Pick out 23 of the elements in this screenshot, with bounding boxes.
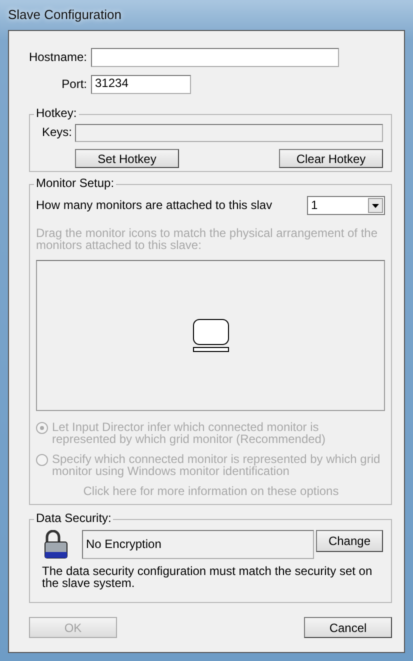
encryption-field: No Encryption [82, 530, 314, 559]
port-label: Port: [60, 78, 88, 92]
radio-label: Specify which connected monitor is represented by which grid monitor using Windows monitor identification [52, 453, 382, 477]
keys-label: Keys: [42, 126, 72, 140]
hostname-field[interactable] [91, 48, 339, 67]
instructions-text: Drag the monitor icons to match the physical arrangement of the monitors attached to this slave: [36, 227, 379, 251]
monitor-icon[interactable] [192, 319, 230, 352]
monitor-count-dropdown[interactable]: 1 [307, 196, 385, 215]
security-note: The data security configuration must match the security set on the slave system. [42, 565, 374, 589]
hotkey-button[interactable]: Clear Hotkey [279, 149, 383, 168]
padlock-icon [42, 530, 70, 560]
dropdown-arrow-icon [372, 204, 379, 208]
group-title: Data Security: [34, 512, 114, 526]
hotkey-button[interactable]: Set Hotkey [75, 149, 179, 168]
port-field[interactable]: 31234 [91, 75, 191, 94]
change-button[interactable]: Change [316, 530, 383, 552]
monitor-count-label: How many monitors are attached to this slav [36, 198, 272, 212]
dialog-button[interactable]: Cancel [304, 617, 392, 638]
hostname-label: Hostname: [28, 50, 88, 64]
group-title: Hotkey: [34, 107, 79, 121]
radio-label: Let Input Director infer which connected monitor is represented by which grid monitor (Recommended) [52, 421, 326, 445]
group-title: Monitor Setup: [34, 177, 116, 191]
window-title: Slave Configuration [8, 8, 122, 22]
